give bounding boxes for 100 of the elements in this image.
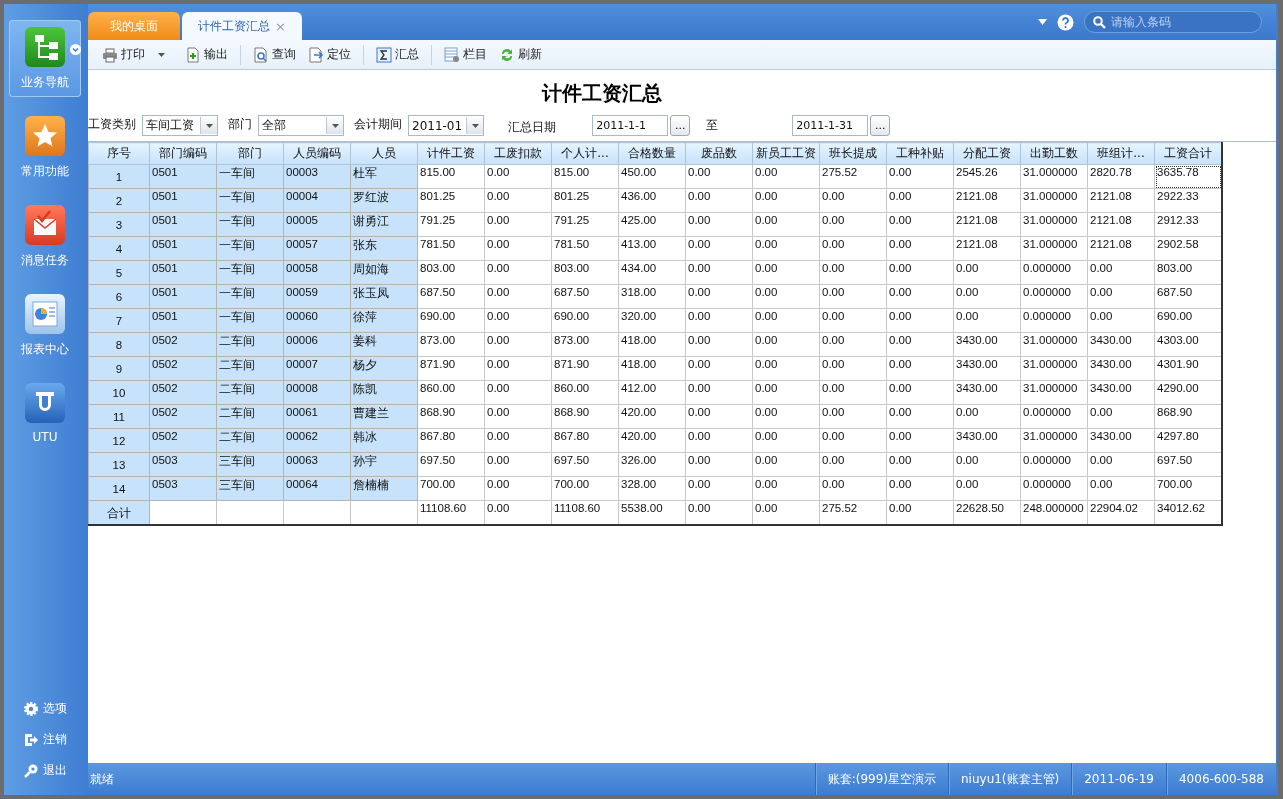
table-cell: 0.00 xyxy=(953,452,1021,477)
column-header[interactable]: 废品数 xyxy=(685,142,753,165)
column-header[interactable]: 分配工资 xyxy=(953,142,1021,165)
table-cell: 697.50 xyxy=(417,452,485,477)
search-field[interactable]: 请输入条码 xyxy=(1084,11,1262,33)
toolbar-button[interactable]: 栏目 xyxy=(438,44,493,65)
total-cell: 5538.00 xyxy=(618,500,686,525)
u-logo-icon xyxy=(24,382,66,424)
table-cell: 3430.00 xyxy=(953,332,1021,357)
table-cell: 873.00 xyxy=(417,332,485,357)
table-cell: 2820.78 xyxy=(1087,164,1155,189)
column-header[interactable]: 人员 xyxy=(350,142,418,165)
total-cell: 248.000000 xyxy=(1020,500,1088,525)
date-picker-button[interactable]: ... xyxy=(670,115,691,136)
table-cell: 871.90 xyxy=(551,356,619,381)
table-cell: 0.00 xyxy=(752,284,820,309)
column-header[interactable]: 部门 xyxy=(216,142,284,165)
table-cell: 868.90 xyxy=(417,404,485,429)
dropdown-field[interactable]: 2011-01 xyxy=(408,115,485,136)
total-cell: 275.52 xyxy=(819,500,887,525)
pie-chart-icon xyxy=(24,293,66,335)
key-icon xyxy=(23,762,39,779)
table-cell: 0.00 xyxy=(484,188,552,213)
column-header[interactable]: 出勤工数 xyxy=(1020,142,1088,165)
table-cell: 425.00 xyxy=(618,212,686,237)
table-cell: 31.000000 xyxy=(1020,356,1088,381)
table-cell: 326.00 xyxy=(618,452,686,477)
table-cell: 0.000000 xyxy=(1020,476,1088,501)
help-icon[interactable] xyxy=(1057,13,1074,31)
column-header[interactable]: 工资合计 xyxy=(1154,142,1222,165)
table-cell: 0.00 xyxy=(886,188,954,213)
caret-icon xyxy=(331,123,339,128)
total-cell: 0.00 xyxy=(886,500,954,525)
table-cell: 0.00 xyxy=(886,308,954,333)
table-cell: 450.00 xyxy=(618,164,686,189)
toolbar-button[interactable]: 汇总 xyxy=(370,44,425,65)
table-cell: 801.25 xyxy=(551,188,619,213)
table-cell: 0.00 xyxy=(484,212,552,237)
column-header[interactable]: 个人计... xyxy=(551,142,619,165)
tab[interactable]: 计件工资汇总 × xyxy=(182,12,302,40)
table-cell: 275.52 xyxy=(819,164,887,189)
caret-icon[interactable] xyxy=(1038,19,1047,25)
date-picker-button[interactable]: ... xyxy=(870,115,891,136)
table-cell: 0.00 xyxy=(886,284,954,309)
column-header[interactable]: 部门编码 xyxy=(149,142,217,165)
column-header[interactable]: 班组计... xyxy=(1087,142,1155,165)
table-cell: 0.00 xyxy=(484,284,552,309)
columns-icon xyxy=(444,46,460,63)
table-cell: 2 xyxy=(88,188,150,213)
table-cell: 860.00 xyxy=(551,380,619,405)
table-cell: 0.00 xyxy=(886,356,954,381)
column-header[interactable]: 序号 xyxy=(88,142,150,165)
table-cell: 860.00 xyxy=(417,380,485,405)
date-field[interactable]: 2011-1-1 xyxy=(592,115,669,136)
table-cell: 0.00 xyxy=(685,332,753,357)
toolbar-button[interactable]: 查询 xyxy=(247,44,302,65)
dropdown-field[interactable]: 全部 xyxy=(258,115,344,136)
toolbar-button[interactable]: 刷新 xyxy=(493,44,548,65)
table-cell: 0.00 xyxy=(685,404,753,429)
chevron-icon[interactable] xyxy=(70,44,81,55)
status-segment: 2011-06-19 xyxy=(1071,763,1166,795)
table-cell: 0.00 xyxy=(819,380,887,405)
table-cell: 690.00 xyxy=(551,308,619,333)
column-header[interactable]: 工种补贴 xyxy=(886,142,954,165)
table-cell: 0.00 xyxy=(685,188,753,213)
table-cell: 31.000000 xyxy=(1020,332,1088,357)
table-cell: 687.50 xyxy=(551,284,619,309)
table-cell: 0.00 xyxy=(484,164,552,189)
total-cell: 22904.02 xyxy=(1087,500,1155,525)
table-cell: 0.00 xyxy=(819,332,887,357)
toolbar-button[interactable]: 定位 xyxy=(302,44,357,65)
table-cell: 0.00 xyxy=(752,260,820,285)
table-cell: 328.00 xyxy=(618,476,686,501)
locate-icon xyxy=(308,46,324,63)
table-cell: 801.25 xyxy=(417,188,485,213)
date-field[interactable]: 2011-1-31 xyxy=(792,115,869,136)
column-header[interactable]: 人员编码 xyxy=(283,142,351,165)
column-header[interactable]: 工废扣款 xyxy=(484,142,552,165)
table-cell: 3430.00 xyxy=(1087,332,1155,357)
table-cell: 2121.08 xyxy=(953,236,1021,261)
column-header[interactable]: 合格数量 xyxy=(618,142,686,165)
toolbar-button[interactable]: 打印 xyxy=(96,44,171,65)
sidebar-link[interactable]: 注销 xyxy=(23,731,67,748)
sidebar-link[interactable]: 退出 xyxy=(23,762,67,779)
table-cell: 0.00 xyxy=(1087,404,1155,429)
search-icon xyxy=(1093,16,1106,29)
table-cell: 867.80 xyxy=(417,428,485,453)
table-cell: 867.80 xyxy=(551,428,619,453)
column-header[interactable]: 计件工资 xyxy=(417,142,485,165)
dropdown-field[interactable]: 车间工资 xyxy=(142,115,218,136)
column-header[interactable]: 班长提成 xyxy=(819,142,887,165)
table-cell: 0.00 xyxy=(819,428,887,453)
table-cell: 0.00 xyxy=(886,380,954,405)
sidebar-link[interactable]: 选项 xyxy=(23,700,67,717)
column-header[interactable]: 新员工工资 xyxy=(752,142,820,165)
sidebar-item[interactable]: 常用功能 xyxy=(9,109,81,186)
table-cell: 0.00 xyxy=(752,308,820,333)
filter-label: 至 xyxy=(706,117,719,134)
toolbar-button[interactable]: 输出 xyxy=(179,44,234,65)
table-cell: 0.00 xyxy=(484,236,552,261)
